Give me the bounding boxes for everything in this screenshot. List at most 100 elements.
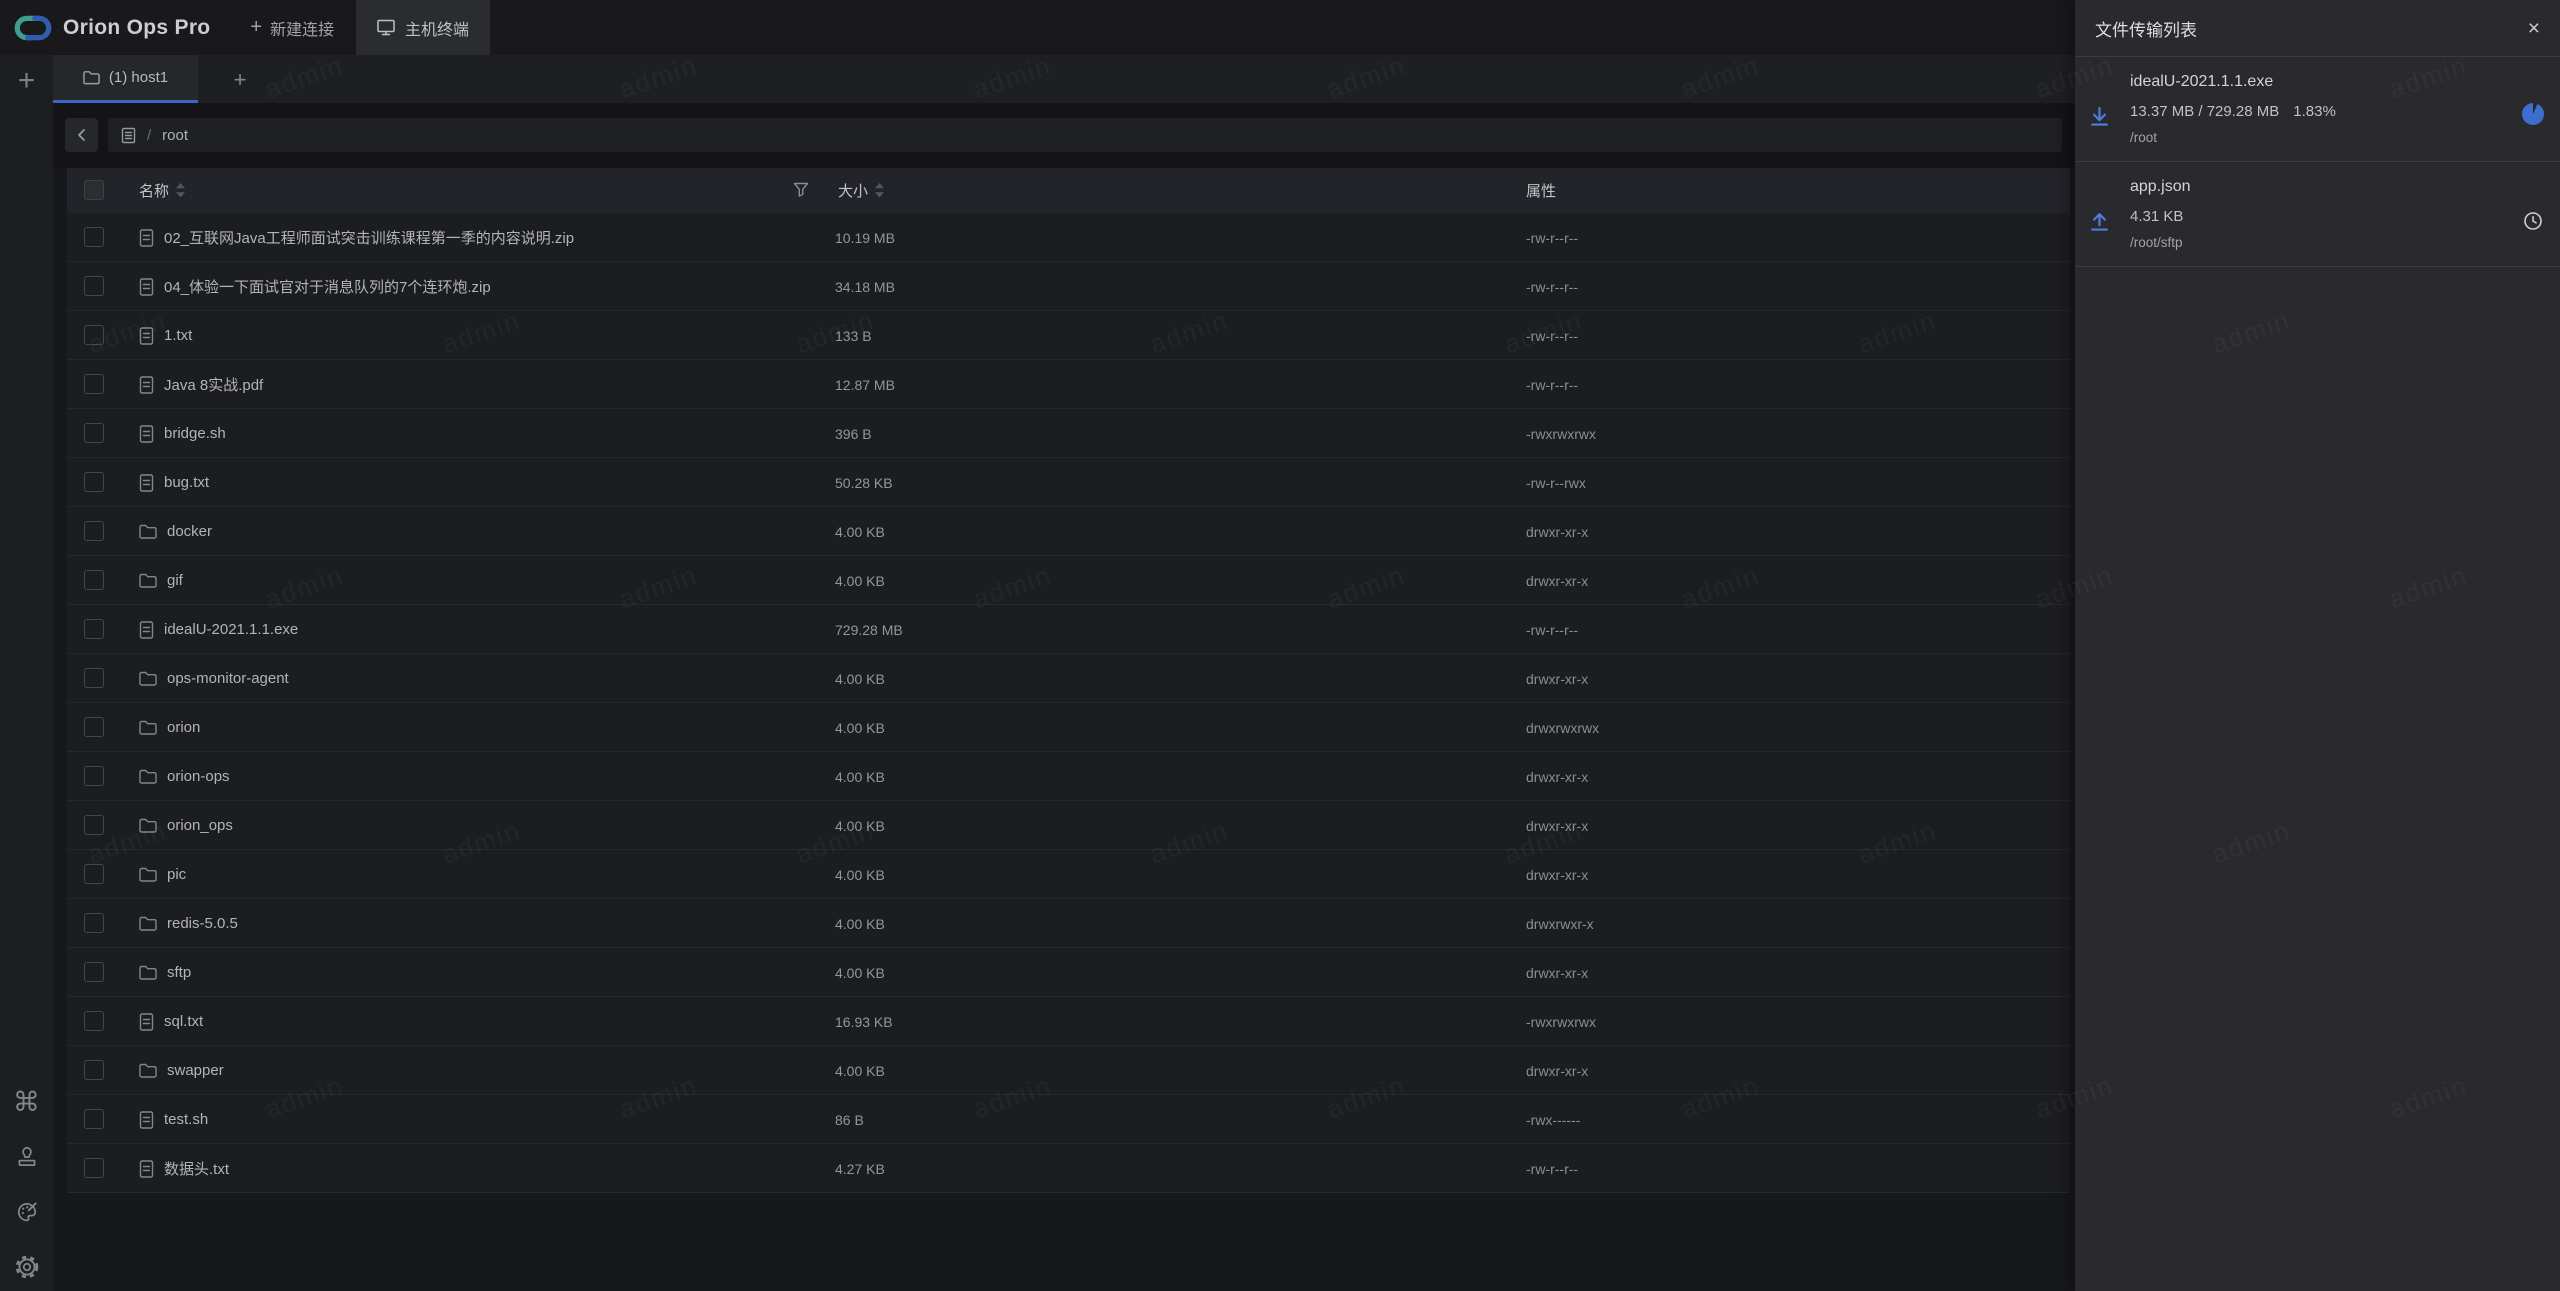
palette-icon[interactable] (13, 1198, 41, 1226)
table-row[interactable]: swapper 4.00 KB drwxr-xr-x (67, 1046, 2070, 1095)
table-row[interactable]: bridge.sh 396 B -rwxrwxrwx (67, 409, 2070, 458)
row-checkbox[interactable] (84, 1109, 104, 1129)
row-checkbox[interactable] (84, 276, 104, 296)
file-icon (139, 1111, 154, 1129)
table-row[interactable]: docker 4.00 KB drwxr-xr-x (67, 507, 2070, 556)
row-checkbox[interactable] (84, 766, 104, 786)
table-row[interactable]: orion 4.00 KB drwxrwxrwx (67, 703, 2070, 752)
table-row[interactable]: Java 8实战.pdf 12.87 MB -rw-r--r-- (67, 360, 2070, 409)
table-row[interactable]: 1.txt 133 B -rw-r--r-- (67, 311, 2070, 360)
table-row[interactable]: test.sh 86 B -rwx------ (67, 1095, 2070, 1144)
app-logo: Orion Ops Pro (12, 12, 210, 44)
row-checkbox[interactable] (84, 1060, 104, 1080)
column-header-name[interactable]: 名称 (139, 168, 185, 213)
sidebar-new-session-button[interactable]: + (0, 59, 53, 103)
new-tab-button[interactable]: + (225, 65, 255, 95)
table-row[interactable]: orion_ops 4.00 KB drwxr-xr-x (67, 801, 2070, 850)
file-name[interactable]: Java 8实战.pdf (164, 374, 263, 395)
file-name[interactable]: gif (167, 572, 183, 589)
row-checkbox[interactable] (84, 668, 104, 688)
breadcrumb[interactable]: / root (108, 118, 2062, 152)
table-row[interactable]: sftp 4.00 KB drwxr-xr-x (67, 948, 2070, 997)
filter-icon[interactable] (793, 182, 809, 198)
row-checkbox[interactable] (84, 472, 104, 492)
file-name[interactable]: redis-5.0.5 (167, 915, 238, 932)
column-header-size[interactable]: 大小 (838, 168, 884, 213)
file-size: 4.00 KB (835, 556, 885, 605)
gear-icon[interactable] (13, 1253, 41, 1281)
table-row[interactable]: sql.txt 16.93 KB -rwxrwxrwx (67, 997, 2070, 1046)
logo-icon (12, 12, 54, 44)
table-row[interactable]: bug.txt 50.28 KB -rw-r--rwx (67, 458, 2070, 507)
file-name-cell: docker (139, 507, 212, 556)
table-body: 02_互联网Java工程师面试突击训练课程第一季的内容说明.zip 10.19 … (67, 213, 2070, 1193)
row-checkbox[interactable] (84, 423, 104, 443)
row-checkbox[interactable] (84, 1011, 104, 1031)
folder-icon (139, 965, 157, 980)
file-name[interactable]: 02_互联网Java工程师面试突击训练课程第一季的内容说明.zip (164, 227, 574, 248)
file-name[interactable]: 数据头.txt (164, 1158, 229, 1179)
table-row[interactable]: 04_体验一下面试官对于消息队列的7个连环炮.zip 34.18 MB -rw-… (67, 262, 2070, 311)
file-size: 16.93 KB (835, 997, 893, 1046)
file-size: 4.00 KB (835, 801, 885, 850)
close-icon[interactable]: × (2528, 18, 2540, 39)
row-checkbox[interactable] (84, 815, 104, 835)
transfer-size: 4.31 KB (2130, 208, 2500, 226)
file-name-cell: pic (139, 850, 186, 899)
file-name[interactable]: swapper (167, 1062, 224, 1079)
row-checkbox[interactable] (84, 325, 104, 345)
transfer-panel-title: 文件传输列表 (2095, 16, 2528, 41)
file-name-cell: bug.txt (139, 458, 209, 507)
select-all-checkbox[interactable] (84, 180, 104, 200)
file-name[interactable]: orion-ops (167, 768, 230, 785)
breadcrumb-path[interactable]: root (162, 127, 188, 144)
row-checkbox[interactable] (84, 962, 104, 982)
file-size: 4.27 KB (835, 1144, 885, 1193)
table-row[interactable]: redis-5.0.5 4.00 KB drwxrwxr-x (67, 899, 2070, 948)
table-row[interactable]: idealU-2021.1.1.exe 729.28 MB -rw-r--r-- (67, 605, 2070, 654)
file-name[interactable]: docker (167, 523, 212, 540)
table-row[interactable]: 02_互联网Java工程师面试突击训练课程第一季的内容说明.zip 10.19 … (67, 213, 2070, 262)
file-name-cell: sftp (139, 948, 191, 997)
file-name[interactable]: test.sh (164, 1111, 208, 1128)
file-name[interactable]: 04_体验一下面试官对于消息队列的7个连环炮.zip (164, 276, 491, 297)
table-row[interactable]: ops-monitor-agent 4.00 KB drwxr-xr-x (67, 654, 2070, 703)
file-name[interactable]: pic (167, 866, 186, 883)
table-row[interactable]: 数据头.txt 4.27 KB -rw-r--r-- (67, 1144, 2070, 1193)
session-tab-host1[interactable]: (1) host1 (53, 55, 198, 103)
table-row[interactable]: gif 4.00 KB drwxr-xr-x (67, 556, 2070, 605)
file-name[interactable]: sftp (167, 964, 191, 981)
row-checkbox[interactable] (84, 374, 104, 394)
row-checkbox[interactable] (84, 913, 104, 933)
file-name[interactable]: ops-monitor-agent (167, 670, 289, 687)
back-button[interactable] (65, 118, 98, 152)
table-row[interactable]: orion-ops 4.00 KB drwxr-xr-x (67, 752, 2070, 801)
file-name[interactable]: bridge.sh (164, 425, 226, 442)
row-checkbox[interactable] (84, 864, 104, 884)
folder-icon (83, 70, 100, 85)
file-size: 396 B (835, 409, 872, 458)
row-checkbox[interactable] (84, 1158, 104, 1178)
file-name[interactable]: idealU-2021.1.1.exe (164, 621, 298, 638)
row-checkbox[interactable] (84, 521, 104, 541)
file-name[interactable]: sql.txt (164, 1013, 203, 1030)
download-icon (2088, 105, 2111, 128)
file-name-cell: redis-5.0.5 (139, 899, 238, 948)
transfer-item-download[interactable]: idealU-2021.1.1.exe 13.37 MB / 729.28 MB… (2075, 57, 2560, 162)
row-checkbox[interactable] (84, 227, 104, 247)
transfer-item-upload[interactable]: app.json 4.31 KB /root/sftp (2075, 162, 2560, 267)
file-name[interactable]: 1.txt (164, 327, 192, 344)
stamp-icon[interactable] (13, 1143, 41, 1171)
row-checkbox[interactable] (84, 717, 104, 737)
tab-host-terminal[interactable]: 主机终端 (356, 0, 490, 55)
row-checkbox[interactable] (84, 619, 104, 639)
table-row[interactable]: pic 4.00 KB drwxr-xr-x (67, 850, 2070, 899)
file-name[interactable]: orion (167, 719, 200, 736)
file-name[interactable]: orion_ops (167, 817, 233, 834)
file-name[interactable]: bug.txt (164, 474, 209, 491)
transfer-path: /root/sftp (2130, 235, 2500, 250)
command-icon[interactable]: ⌘ (13, 1088, 41, 1116)
file-size: 4.00 KB (835, 752, 885, 801)
new-connection-menu[interactable]: + 新建连接 (250, 16, 334, 40)
row-checkbox[interactable] (84, 570, 104, 590)
